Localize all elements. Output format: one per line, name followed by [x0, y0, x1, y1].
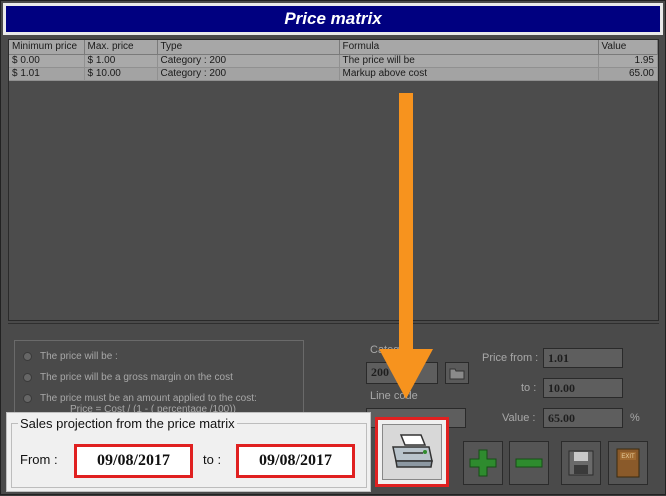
title-bar: Price matrix [3, 3, 663, 35]
window-title: Price matrix [284, 9, 382, 28]
print-button-face [382, 424, 442, 480]
column-header-value[interactable]: Value [598, 40, 658, 55]
to-date-value: 09/08/2017 [259, 452, 332, 469]
cell-type: Category : 200 [157, 54, 340, 68]
table-row[interactable]: $ 0.00 $ 1.00 Category : 200 The price w… [9, 54, 658, 68]
radio-gross-margin[interactable]: The price will be a gross margin on the … [23, 372, 233, 383]
radio-button[interactable] [23, 373, 32, 382]
printer-icon [392, 434, 433, 468]
radio-label: The price must be an amount applied to t… [40, 393, 257, 404]
to-date-field[interactable]: 09/08/2017 [236, 444, 355, 478]
radio-label: The price will be a gross margin on the … [40, 372, 233, 383]
cell-formula: Markup above cost [339, 67, 599, 81]
line-code-label: Line code [370, 390, 418, 402]
cell-min-price: $ 1.01 [9, 67, 85, 81]
value-label: Value : [502, 412, 536, 424]
cell-max-price: $ 1.00 [84, 54, 158, 68]
table-row[interactable]: $ 1.01 $ 10.00 Category : 200 Markup abo… [9, 67, 658, 81]
radio-button[interactable] [23, 394, 32, 403]
plus-icon [469, 449, 497, 477]
sales-projection-title: Sales projection from the price matrix [20, 416, 235, 431]
cell-value: 65.00 [598, 67, 658, 81]
from-date-value: 09/08/2017 [97, 452, 170, 469]
column-header-formula[interactable]: Formula [339, 40, 599, 55]
folder-icon [449, 368, 465, 380]
add-button[interactable] [463, 441, 503, 485]
grid-header-row: Minimum price Max. price Type Formula Va… [9, 40, 658, 55]
radio-price-will-be[interactable]: The price will be : [23, 351, 118, 362]
radio-amount-applied[interactable]: The price must be an amount applied to t… [23, 393, 257, 404]
price-matrix-grid[interactable]: Minimum price Max. price Type Formula Va… [8, 39, 659, 321]
category-label: Categ [370, 344, 400, 356]
svg-text:EXIT: EXIT [621, 454, 635, 460]
category-lookup-button[interactable] [445, 362, 469, 384]
remove-button[interactable] [509, 441, 549, 485]
exit-button[interactable]: EXIT [608, 441, 648, 485]
price-from-field[interactable]: 1.01 [543, 348, 623, 368]
from-label: From : [20, 452, 58, 467]
cell-value: 1.95 [598, 54, 658, 68]
minus-icon [515, 458, 543, 468]
category-field[interactable]: 200 [366, 362, 438, 384]
percent-sign: % [630, 412, 640, 424]
cell-formula: The price will be [339, 54, 599, 68]
column-header-type[interactable]: Type [157, 40, 340, 55]
radio-label: The price will be : [40, 351, 118, 362]
column-header-max-price[interactable]: Max. price [84, 40, 158, 55]
value-field[interactable]: 65.00 [543, 408, 623, 428]
from-date-field[interactable]: 09/08/2017 [74, 444, 193, 478]
cell-min-price: $ 0.00 [9, 54, 85, 68]
print-projection-button[interactable] [375, 417, 449, 487]
exit-icon: EXIT [616, 448, 640, 478]
column-header-min-price[interactable]: Minimum price [9, 40, 85, 55]
price-from-label: Price from : [482, 352, 539, 364]
price-to-label: to : [521, 382, 537, 394]
cell-max-price: $ 10.00 [84, 67, 158, 81]
to-label: to : [203, 452, 222, 467]
price-matrix-window: Price matrix Minimum price Max. price Ty… [0, 0, 666, 495]
floppy-disk-icon [568, 450, 594, 476]
price-to-field[interactable]: 10.00 [543, 378, 623, 398]
save-button[interactable] [561, 441, 601, 485]
cell-type: Category : 200 [157, 67, 340, 81]
radio-button[interactable] [23, 352, 32, 361]
sales-projection-panel: Sales projection from the price matrix F… [6, 412, 371, 492]
